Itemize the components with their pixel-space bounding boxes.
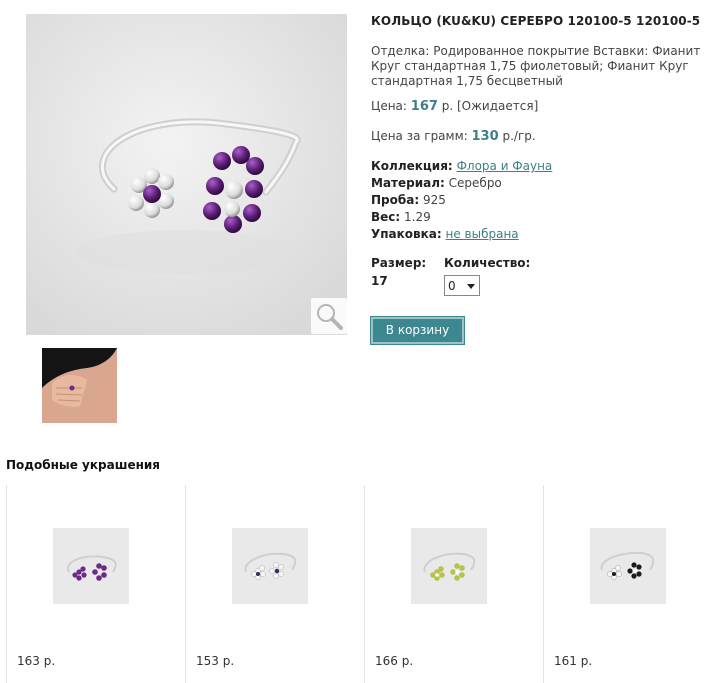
size-block: Размер: 17 bbox=[371, 256, 426, 288]
size-label: Размер: bbox=[371, 256, 427, 270]
similar-item-image[interactable] bbox=[411, 528, 487, 604]
material-value: Серебро bbox=[448, 176, 502, 190]
zoom-magnifier-icon[interactable] bbox=[311, 298, 347, 334]
material-row: Материал: Серебро bbox=[371, 175, 552, 192]
weight-label: Вес: bbox=[371, 210, 401, 224]
proba-row: Проба: 925 bbox=[371, 192, 552, 209]
similar-item[interactable]: 153 р. bbox=[185, 485, 364, 683]
similar-item-image[interactable] bbox=[232, 528, 308, 604]
proba-value: 925 bbox=[422, 193, 446, 207]
collection-row: Коллекция: Флора и Фауна bbox=[371, 158, 552, 175]
similar-title: Подобные украшения bbox=[6, 458, 161, 472]
gram-label: Цена за грамм: bbox=[371, 129, 468, 143]
packaging-link[interactable]: не выбрана bbox=[446, 227, 519, 241]
collection-link[interactable]: Флора и Фауна bbox=[457, 159, 553, 173]
price-row: Цена: 167 р. [Ожидается] bbox=[371, 99, 538, 114]
similar-item[interactable]: 166 р. bbox=[364, 485, 543, 683]
weight-value: 1.29 bbox=[404, 210, 431, 224]
similar-item-price: 163 р. bbox=[17, 654, 56, 668]
similar-item-image[interactable] bbox=[590, 528, 666, 604]
quantity-value: 0 bbox=[448, 279, 456, 293]
similar-item-price: 161 р. bbox=[554, 654, 593, 668]
price-per-gram-row: Цена за грамм: 130 р./гр. bbox=[371, 129, 536, 144]
price-value: 167 bbox=[410, 99, 438, 114]
similar-item[interactable]: 161 р. bbox=[543, 485, 709, 683]
product-description: Отделка: Родированное покрытие Вставки: … bbox=[371, 44, 701, 88]
proba-label: Проба: bbox=[371, 193, 420, 207]
product-title: КОЛЬЦО (KU&KU) СЕРЕБРО 120100-5 120100-5 bbox=[371, 14, 701, 28]
quantity-select[interactable]: 0 bbox=[444, 275, 480, 296]
product-info: КОЛЬЦО (KU&KU) СЕРЕБРО 120100-5 120100-5… bbox=[371, 14, 705, 344]
price-suffix: р. [Ожидается] bbox=[441, 99, 539, 113]
similar-item-price: 153 р. bbox=[196, 654, 235, 668]
similar-items: 163 р. 153 р. 166 р. 161 р. bbox=[6, 485, 709, 683]
packaging-label: Упаковка: bbox=[371, 227, 442, 241]
add-to-cart-button[interactable]: В корзину bbox=[371, 317, 464, 344]
hand-photo bbox=[42, 348, 117, 423]
gram-suffix: р./гр. bbox=[502, 129, 536, 143]
material-label: Материал: bbox=[371, 176, 445, 190]
quantity-block: Количество: 0 bbox=[444, 256, 530, 296]
chevron-down-icon bbox=[467, 284, 475, 289]
collection-label: Коллекция: bbox=[371, 159, 453, 173]
product-main-image[interactable] bbox=[26, 14, 347, 335]
similar-item-price: 166 р. bbox=[375, 654, 414, 668]
packaging-row: Упаковка: не выбрана bbox=[371, 226, 552, 243]
similar-item[interactable]: 163 р. bbox=[6, 485, 185, 683]
product-properties: Коллекция: Флора и Фауна Материал: Сереб… bbox=[371, 158, 552, 243]
quantity-label: Количество: bbox=[444, 256, 531, 270]
size-value: 17 bbox=[371, 274, 388, 288]
product-thumbnail[interactable] bbox=[42, 348, 117, 423]
gram-value: 130 bbox=[471, 129, 499, 144]
price-label: Цена: bbox=[371, 99, 407, 113]
similar-item-image[interactable] bbox=[53, 528, 129, 604]
ring-illustration bbox=[26, 14, 347, 335]
weight-row: Вес: 1.29 bbox=[371, 209, 552, 226]
